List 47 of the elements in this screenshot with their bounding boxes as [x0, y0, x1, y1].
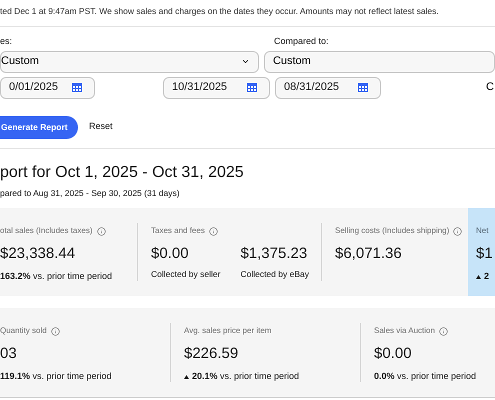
date-field[interactable]: 0/01/2025 — [0, 76, 95, 98]
metric-value: 03 — [0, 344, 17, 364]
info-icon[interactable] — [453, 226, 462, 236]
date-field[interactable]: 08/31/2025 — [275, 76, 381, 98]
report-subtitle: pared to Aug 31, 2025 - Sep 30, 2025 (31 days) — [0, 186, 181, 200]
info-icon[interactable] — [208, 226, 218, 236]
chevron-down-icon — [240, 57, 250, 66]
metric-label: otal sales (Includes taxes) — [0, 225, 92, 238]
metric-value: $0.00 — [151, 244, 190, 264]
metric-value: $6,071.36 — [335, 244, 402, 264]
date-value: 08/31/2025 — [284, 80, 340, 96]
date-value: 0/01/2025 — [9, 80, 58, 96]
change-text: 2 — [484, 270, 490, 284]
metric-value: $1 — [476, 244, 493, 264]
change-text: 163.2% vs. prior time period — [0, 270, 112, 284]
field-label: es: — [0, 35, 14, 48]
metric-label: Selling costs (Includes shipping) — [335, 225, 450, 238]
change-text: 20.1% vs. prior time period — [192, 370, 300, 384]
value-caption: Collected by seller — [151, 268, 220, 281]
calendar-icon — [72, 83, 82, 92]
metric-label: Sales via Auction — [374, 325, 435, 338]
date-value: 10/31/2025 — [172, 80, 228, 96]
change-text: 119.1% vs. prior time period — [0, 370, 112, 384]
calendar-icon — [247, 83, 257, 92]
notice-text: ted Dec 1 at 9:47am PST. We show sales and charges on the dates they occur. Amounts may not reflect latest sales. — [0, 5, 440, 18]
compare-select[interactable]: Custom — [264, 50, 495, 72]
calendar-icon — [358, 83, 368, 92]
metric-value: $0.00 — [374, 344, 412, 364]
info-icon[interactable] — [438, 326, 448, 336]
metric-label: Taxes and fees — [151, 225, 205, 238]
info-icon[interactable] — [50, 326, 60, 336]
field-label: Compared to: — [274, 35, 329, 48]
date-field[interactable]: 10/31/2025 — [163, 76, 270, 98]
reset-button[interactable]: Reset — [89, 120, 113, 134]
cut-text: C — [486, 80, 494, 96]
metric-label: Avg. sales price per item — [184, 325, 272, 338]
info-icon[interactable] — [96, 226, 106, 236]
metric-value: $226.59 — [184, 344, 238, 364]
change-text: 0.0% vs. prior time period — [374, 370, 476, 384]
metric-value: $23,338.44 — [0, 244, 76, 264]
range-select[interactable]: Custom — [0, 50, 259, 72]
metric-label: Quantity sold — [0, 325, 47, 338]
metric-value: $1,375.23 — [240, 244, 308, 264]
report-title: port for Oct 1, 2025 - Oct 31, 2025 — [0, 162, 245, 182]
generate-report-button[interactable]: Generate Report — [0, 116, 78, 138]
value-caption: Collected by eBay — [240, 268, 309, 281]
metric-label: Net — [476, 225, 488, 238]
